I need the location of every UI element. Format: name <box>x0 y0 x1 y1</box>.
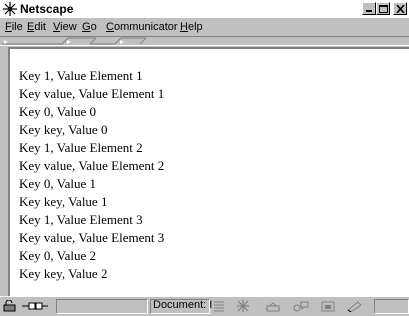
content-line: Key key, Value 0 <box>19 122 108 137</box>
content-line: Key 0, Value 2 <box>19 248 97 263</box>
status-bar: Document: I <box>0 296 409 316</box>
menu-communicator-key: C <box>106 21 114 33</box>
menu-go[interactable]: Go <box>82 21 97 33</box>
minimize-icon <box>366 10 372 12</box>
newsgroups-icon[interactable] <box>292 300 310 312</box>
menu-edit-rest: dit <box>34 21 46 33</box>
content-line: Key 1, Value Element 1 <box>19 68 143 83</box>
composer-icon[interactable] <box>320 300 336 312</box>
menu-file[interactable]: File <box>5 21 23 33</box>
page-content: Key 1, Value Element 1 Key value, Value … <box>8 47 409 296</box>
connection-plug-icon <box>22 302 48 310</box>
content-line: Key value, Value Element 1 <box>19 86 165 101</box>
collapsed-toolbar-tabs <box>0 36 409 46</box>
netscape-window: Netscape File Edit View Go Communicator … <box>0 0 409 316</box>
content-line: Key 1, Value Element 3 <box>19 212 143 227</box>
menu-help-rest: elp <box>187 21 203 33</box>
status-end-field <box>374 299 409 314</box>
navigator-icon[interactable] <box>235 300 251 312</box>
content-line: Key 0, Value 1 <box>19 176 97 191</box>
edit-pencil-icon[interactable] <box>346 300 364 312</box>
mail-icon[interactable] <box>264 300 282 312</box>
menu-go-key: G <box>82 21 91 33</box>
component-bar-icon <box>214 301 224 312</box>
toolbar-tab-handles[interactable] <box>0 37 409 46</box>
content-line: Key value, Value Element 2 <box>19 158 165 173</box>
netscape-logo-icon <box>3 2 17 16</box>
menu-communicator-rest: ommunicator <box>113 21 178 33</box>
maximize-button[interactable] <box>376 2 390 15</box>
menu-file-rest: ile <box>11 21 23 33</box>
close-button[interactable] <box>393 2 407 15</box>
menu-bar: File Edit View Go Communicator Help <box>0 18 409 36</box>
content-line: Key 0, Value 0 <box>19 104 97 119</box>
title-bar: Netscape <box>0 0 409 18</box>
menu-help-key: H <box>180 21 188 33</box>
menu-go-rest: o <box>90 21 97 33</box>
content-line: Key key, Value 1 <box>19 194 108 209</box>
minimize-button[interactable] <box>362 2 376 15</box>
menu-help[interactable]: Help <box>180 21 203 33</box>
window-title: Netscape <box>20 2 74 16</box>
status-text: Document: I <box>153 299 213 311</box>
menu-edit[interactable]: Edit <box>27 21 46 33</box>
progress-field <box>56 299 148 314</box>
menu-view-rest: iew <box>60 21 77 33</box>
content-line: Key key, Value 2 <box>19 266 108 281</box>
menu-file-key: F <box>5 21 12 33</box>
menu-communicator[interactable]: Communicator <box>106 21 178 33</box>
content-line: Key value, Value Element 3 <box>19 230 165 245</box>
menu-view[interactable]: View <box>53 21 77 33</box>
maximize-icon <box>379 5 388 13</box>
close-icon <box>396 5 405 13</box>
security-lock-icon[interactable] <box>3 300 17 312</box>
content-line: Key 1, Value Element 2 <box>19 140 143 155</box>
